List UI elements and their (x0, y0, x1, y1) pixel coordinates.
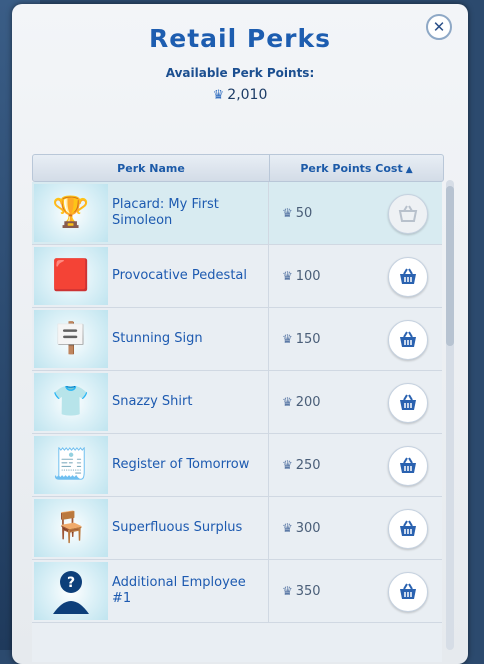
perk-points-icon: ♛ (282, 521, 293, 535)
column-header-perk-name[interactable]: Perk Name (33, 155, 270, 181)
register-icon: 🧾 (34, 436, 108, 494)
svg-text:?: ? (67, 575, 75, 591)
basket-icon (400, 520, 416, 536)
perk-points-icon: ♛ (282, 206, 293, 220)
table-row[interactable]: 🟥 Provocative Pedestal ♛ 100 (32, 245, 442, 308)
buy-button[interactable] (388, 446, 428, 486)
column-divider (268, 371, 269, 433)
perk-cost: ♛ 250 (282, 434, 321, 496)
retail-perks-panel: ✕ Retail Perks Available Perk Points: ♛ 2… (12, 4, 468, 664)
perk-name: Additional Employee #1 (112, 575, 246, 606)
employee-icon: ? (34, 562, 108, 620)
table-row[interactable]: 🪧 Stunning Sign ♛ 150 (32, 308, 442, 371)
scrollbar[interactable] (446, 180, 454, 650)
pedestal-icon: 🟥 (34, 247, 108, 305)
perk-name: Superfluous Surplus (112, 520, 243, 535)
perk-name: Placard: My First Simoleon (112, 197, 219, 228)
table-row[interactable]: 🪑 Superfluous Surplus ♛ 300 (32, 497, 442, 560)
buy-button[interactable] (388, 194, 428, 234)
perk-name: Snazzy Shirt (112, 394, 193, 409)
basket-icon (400, 331, 416, 347)
column-header-cost[interactable]: Perk Points Cost ▲ (270, 155, 443, 181)
buy-button[interactable] (388, 572, 428, 612)
table-row[interactable]: 🏆 Placard: My First Simoleon ♛ 50 (32, 182, 442, 245)
perk-name: Stunning Sign (112, 331, 203, 346)
perk-cost: ♛ 100 (282, 245, 321, 307)
perk-points-icon: ♛ (282, 395, 293, 409)
column-divider (268, 497, 269, 559)
buy-button[interactable] (388, 320, 428, 360)
buy-button[interactable] (388, 257, 428, 297)
column-divider (268, 182, 269, 244)
shirt-icon: 👕 (34, 373, 108, 431)
available-points-label: Available Perk Points: (165, 66, 315, 80)
column-divider (268, 308, 269, 370)
available-points-value: 2,010 (227, 87, 268, 103)
perk-cost: ♛ 150 (282, 308, 321, 370)
column-divider (268, 560, 269, 622)
perk-cost: ♛ 300 (282, 497, 321, 559)
table-row[interactable]: 👕 Snazzy Shirt ♛ 200 (32, 371, 442, 434)
surplus-icon: 🪑 (34, 499, 108, 557)
basket-icon (400, 583, 416, 599)
buy-button[interactable] (388, 383, 428, 423)
column-divider (268, 245, 269, 307)
perk-cost: ♛ 200 (282, 371, 321, 433)
table-row[interactable]: ? Additional Employee #1 ♛ 350 (32, 560, 442, 623)
perk-points-icon: ♛ (282, 584, 293, 598)
placard-icon: 🏆 (34, 184, 108, 242)
perk-cost: ♛ 50 (282, 182, 312, 244)
table-row[interactable]: 🧾 Register of Tomorrow ♛ 250 (32, 434, 442, 497)
basket-icon (400, 268, 416, 284)
buy-button[interactable] (388, 509, 428, 549)
perk-points-icon: ♛ (282, 269, 293, 283)
sort-ascending-icon: ▲ (405, 165, 413, 175)
perk-name: Register of Tomorrow (112, 457, 250, 472)
basket-icon (400, 394, 416, 410)
perk-list[interactable]: 🏆 Placard: My First Simoleon ♛ 50 🟥 Provo… (32, 182, 442, 662)
table-header: Perk Name Perk Points Cost ▲ (32, 154, 444, 182)
sign-icon: 🪧 (34, 310, 108, 368)
basket-icon (400, 457, 416, 473)
scrollbar-thumb[interactable] (446, 186, 454, 346)
available-points: ♛ 2,010 (12, 87, 468, 103)
column-divider (268, 434, 269, 496)
perk-points-icon: ♛ (212, 88, 225, 103)
basket-icon (398, 205, 418, 222)
perk-cost: ♛ 350 (282, 560, 321, 622)
perk-points-icon: ♛ (282, 332, 293, 346)
perk-points-icon: ♛ (282, 458, 293, 472)
panel-title: Retail Perks (149, 24, 331, 53)
perk-name: Provocative Pedestal (112, 268, 247, 283)
